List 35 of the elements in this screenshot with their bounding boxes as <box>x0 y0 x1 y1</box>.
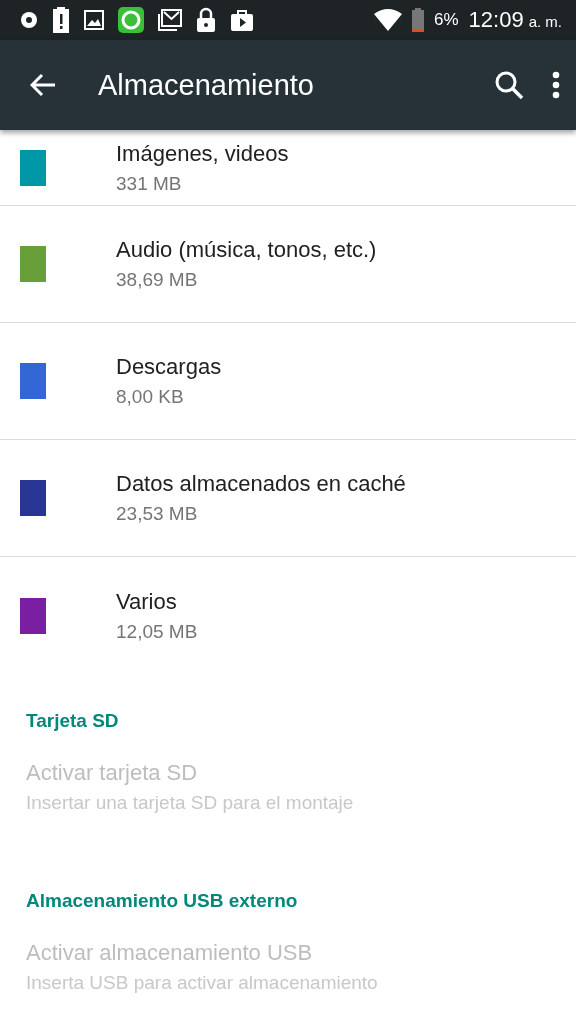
storage-item[interactable]: Imágenes, videos 331 MB <box>0 130 576 206</box>
more-options-button[interactable] <box>552 71 560 99</box>
battery-percent: 6% <box>434 10 459 30</box>
storage-item-title: Imágenes, videos <box>116 140 289 167</box>
clock-period: a. m. <box>528 13 562 30</box>
wifi-icon <box>374 9 402 31</box>
back-button[interactable] <box>30 73 56 97</box>
search-button[interactable] <box>494 70 524 100</box>
storage-item-title: Datos almacenados en caché <box>116 471 406 497</box>
mail-icon <box>158 9 182 31</box>
storage-item-size: 38,69 MB <box>116 269 199 291</box>
play-bag-icon <box>230 8 254 32</box>
app-icon <box>118 7 144 33</box>
clock-time: 12:09 <box>468 7 524 33</box>
storage-item[interactable]: Varios 12,05 MB <box>0 557 576 674</box>
storage-item[interactable]: Audio (música, tonos, etc.) 38,69 MB <box>0 206 576 323</box>
storage-item-title: Varios <box>116 588 178 615</box>
storage-item-title: Audio (música, tonos, etc.) <box>116 237 377 263</box>
storage-item-size: 8,00 KB <box>116 386 185 408</box>
storage-item-size: 23,53 MB <box>116 503 199 525</box>
storage-item-size: 331 MB <box>116 172 183 195</box>
lock-icon <box>196 7 216 33</box>
section-header: Tarjeta SD <box>26 710 120 732</box>
image-icon <box>84 10 104 30</box>
battery-icon <box>412 8 424 32</box>
storage-item[interactable]: Descargas 8,00 KB <box>0 323 576 440</box>
preference-title: Activar almacenamiento USB <box>26 940 314 966</box>
app-bar-title: Almacenamiento <box>98 68 315 102</box>
alert-icon <box>52 7 70 33</box>
section-header: Almacenamiento USB externo <box>26 890 299 912</box>
storage-item-title: Descargas <box>116 354 222 380</box>
preference-title: Activar tarjeta SD <box>26 760 199 786</box>
sync-icon <box>20 11 38 29</box>
storage-item[interactable]: Datos almacenados en caché 23,53 MB <box>0 440 576 557</box>
storage-item-size: 12,05 MB <box>116 620 198 643</box>
